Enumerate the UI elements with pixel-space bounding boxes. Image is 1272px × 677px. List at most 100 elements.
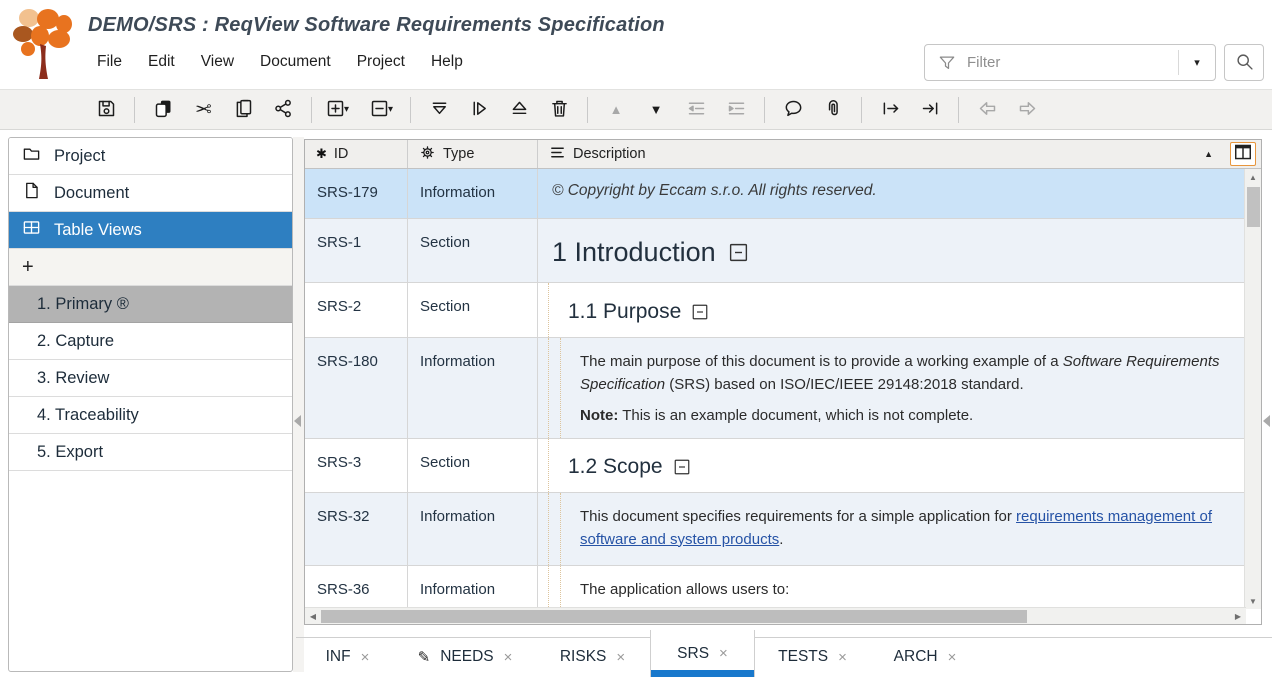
scroll-up-icon[interactable]: ▲: [1245, 169, 1261, 185]
menu-file[interactable]: File: [88, 50, 131, 74]
sidebar-item-table-views[interactable]: Table Views: [9, 212, 292, 249]
tab-inf[interactable]: INF ×: [300, 630, 395, 677]
sidebar-item-project[interactable]: Project: [9, 138, 292, 175]
menu-edit[interactable]: Edit: [139, 50, 184, 74]
close-icon[interactable]: ×: [361, 649, 370, 666]
scissors-icon: ✂: [195, 100, 212, 120]
sidebar-item-document[interactable]: Document: [9, 175, 292, 212]
comment-button[interactable]: [773, 94, 813, 126]
scroll-left-icon[interactable]: ◀: [305, 612, 321, 621]
cell-id: SRS-32: [305, 493, 407, 565]
close-icon[interactable]: ×: [719, 645, 728, 662]
tab-srs[interactable]: SRS ×: [650, 630, 755, 677]
indent-button[interactable]: [716, 94, 756, 126]
paste-button[interactable]: [223, 94, 263, 126]
table-row[interactable]: SRS-32 Information This document specifi…: [305, 493, 1261, 566]
menu-project[interactable]: Project: [348, 50, 414, 74]
close-icon[interactable]: ×: [616, 649, 625, 666]
menu-view[interactable]: View: [192, 50, 243, 74]
description-text: The main purpose of this document is to …: [580, 353, 1063, 370]
indent-guide: [548, 566, 549, 609]
collapse-sidebar-icon[interactable]: [294, 415, 301, 427]
sidebar-splitter[interactable]: [293, 137, 304, 672]
tab-label: TESTS: [778, 648, 828, 666]
scroll-right-icon[interactable]: ▶: [1230, 612, 1246, 621]
view-item-label: 4. Traceability: [37, 406, 139, 425]
view-item-primary[interactable]: 1. Primary ®: [9, 286, 292, 323]
reqview-logo-icon: [12, 6, 74, 80]
eject-button[interactable]: [499, 94, 539, 126]
collapse-all-button[interactable]: [419, 94, 459, 126]
view-item-review[interactable]: 3. Review: [9, 360, 292, 397]
column-header-type[interactable]: Type: [407, 140, 537, 168]
horizontal-scroll-thumb[interactable]: [321, 610, 1027, 623]
vertical-scrollbar[interactable]: ▲ ▼: [1244, 169, 1261, 609]
tab-needs[interactable]: ✎ NEEDS ×: [395, 630, 535, 677]
toolbar-separator: [134, 97, 135, 123]
add-dropdown-caret[interactable]: ▾: [344, 104, 358, 115]
link-out-button[interactable]: [870, 94, 910, 126]
cell-type: Section: [407, 439, 537, 492]
table-row[interactable]: SRS-179 Information © Copyright by Eccam…: [305, 169, 1261, 219]
cell-id: SRS-36: [305, 566, 407, 609]
menu-document[interactable]: Document: [251, 50, 340, 74]
menu-help[interactable]: Help: [422, 50, 472, 74]
collapse-section-icon[interactable]: [728, 242, 749, 263]
vertical-scroll-thumb[interactable]: [1247, 187, 1260, 227]
toolbar-separator: [410, 97, 411, 123]
copy-button[interactable]: [143, 94, 183, 126]
view-item-capture[interactable]: 2. Capture: [9, 323, 292, 360]
cell-id: SRS-179: [305, 169, 407, 218]
table-row[interactable]: SRS-3 Section 1.2 Scope: [305, 439, 1261, 493]
collapse-section-icon[interactable]: [673, 458, 691, 476]
delete-button[interactable]: [539, 94, 579, 126]
close-icon[interactable]: ×: [504, 649, 513, 666]
tab-arch[interactable]: ARCH ×: [870, 630, 980, 677]
expand-next-button[interactable]: [459, 94, 499, 126]
right-splitter[interactable]: [1262, 137, 1272, 672]
search-button[interactable]: [1224, 44, 1264, 81]
requirements-table: ✱ ID Type Description ▲ SRS-179 Informat…: [304, 139, 1262, 625]
tab-tests[interactable]: TESTS ×: [755, 630, 870, 677]
scroll-down-icon[interactable]: ▼: [1245, 593, 1261, 609]
sort-ascending-icon[interactable]: ▲: [1204, 149, 1213, 159]
filter-box: ▾: [924, 44, 1216, 81]
back-button[interactable]: [967, 94, 1007, 126]
collapse-right-panel-icon[interactable]: [1263, 415, 1270, 427]
forward-button[interactable]: [1007, 94, 1047, 126]
table-row[interactable]: SRS-1 Section 1 Introduction: [305, 219, 1261, 283]
section-heading: 1.1 Purpose: [568, 300, 681, 324]
tab-risks[interactable]: RISKS ×: [535, 630, 650, 677]
close-icon[interactable]: ×: [838, 649, 847, 666]
page-title: DEMO/SRS : ReqView Software Requirements…: [88, 14, 665, 37]
table-row[interactable]: SRS-2 Section 1.1 Purpose: [305, 283, 1261, 338]
table-header: ✱ ID Type Description ▲: [305, 140, 1261, 169]
column-settings-button[interactable]: [1231, 143, 1255, 165]
filter-input[interactable]: [967, 54, 1178, 71]
column-label: Type: [443, 146, 474, 162]
close-icon[interactable]: ×: [948, 649, 957, 666]
collapse-section-icon[interactable]: [691, 303, 709, 321]
link-in-button[interactable]: [910, 94, 950, 126]
outdent-button[interactable]: [676, 94, 716, 126]
filter-dropdown-button[interactable]: ▾: [1179, 56, 1215, 69]
add-view-button[interactable]: +: [9, 249, 292, 286]
attachment-button[interactable]: [813, 94, 853, 126]
share-button[interactable]: [263, 94, 303, 126]
table-row[interactable]: SRS-180 Information The main purpose of …: [305, 338, 1261, 439]
view-item-export[interactable]: 5. Export: [9, 434, 292, 471]
eject-icon: [509, 98, 530, 122]
move-down-button[interactable]: ▼: [636, 94, 676, 126]
move-up-button[interactable]: ▲: [596, 94, 636, 126]
description-text: (SRS) based on ISO/IEC/IEEE 29148:2018 s…: [665, 376, 1024, 393]
view-item-traceability[interactable]: 4. Traceability: [9, 397, 292, 434]
save-button[interactable]: [86, 94, 126, 126]
column-header-id[interactable]: ✱ ID: [305, 140, 407, 168]
column-header-description[interactable]: Description: [537, 140, 1261, 168]
columns-icon: [1234, 144, 1252, 164]
table-row[interactable]: SRS-36 Information The application allow…: [305, 566, 1261, 609]
horizontal-scrollbar[interactable]: ◀ ▶: [305, 607, 1246, 624]
view-item-label: 1. Primary ®: [37, 295, 129, 314]
cut-button[interactable]: ✂: [183, 94, 223, 126]
remove-dropdown-caret[interactable]: ▾: [388, 104, 402, 115]
